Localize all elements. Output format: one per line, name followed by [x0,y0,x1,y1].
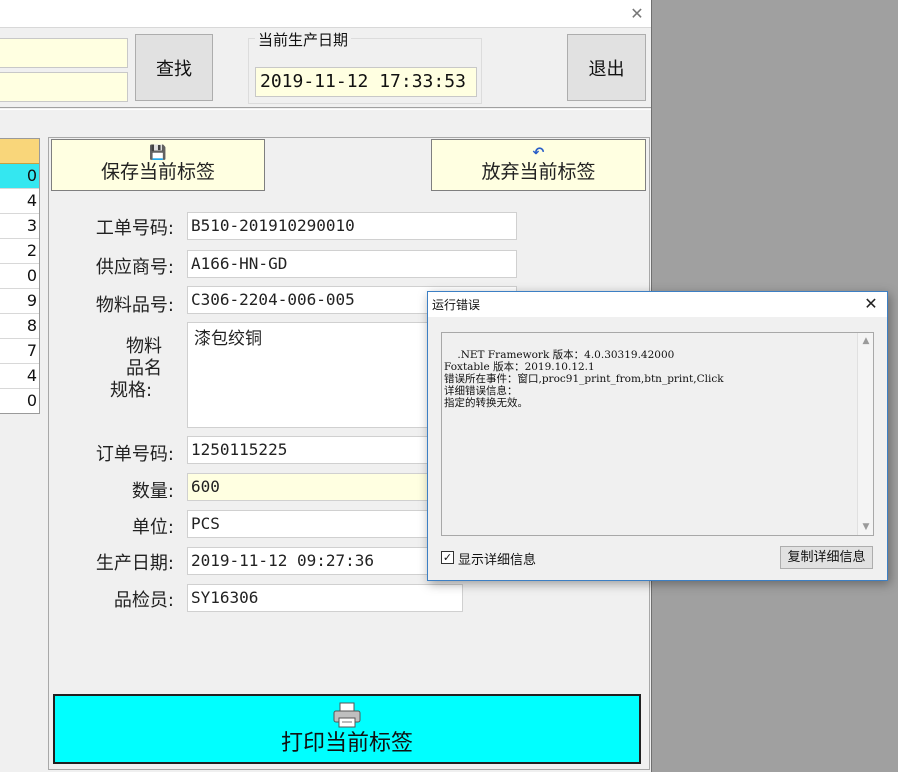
toolbar-separator [0,107,651,110]
list-item[interactable]: 9 [0,289,39,314]
list-item[interactable]: 3 [0,214,39,239]
material-no-label: 物料品号: [95,295,174,316]
list-header [0,139,39,164]
scroll-down-icon[interactable]: ▼ [858,519,873,535]
material-spec-label-line3: 规格: [110,380,153,401]
list-item[interactable]: 2 [0,239,39,264]
list-item[interactable]: 7 [0,339,39,364]
print-label-button[interactable]: 打印当前标签 [53,694,641,764]
material-spec-label-line1: 物料 [126,336,162,357]
close-icon[interactable]: ✕ [861,294,881,313]
dialog-title-bar: 运行错误 ✕ [428,292,887,317]
work-order-field[interactable]: B510-201910290010 [187,212,517,240]
current-datetime-display: 2019-11-12 17:33:53 [255,67,477,97]
search-button-label: 查找 [156,58,192,80]
show-details-checkbox[interactable]: ✓ [441,551,454,564]
list-item[interactable]: 0 [0,389,39,413]
material-spec-label: 物料 品名 规格: [110,336,174,402]
inspector-label: 品检员: [113,590,174,611]
material-spec-label-line2: 品名 [126,358,162,379]
printer-icon [333,702,361,728]
list-item[interactable]: 4 [0,364,39,389]
search-input-2[interactable] [0,72,128,102]
list-item[interactable]: 0 [0,264,39,289]
discard-label-button[interactable]: ↶ 放弃当前标签 [431,139,646,191]
discard-label-text: 放弃当前标签 [481,161,596,183]
undo-icon: ↶ [532,145,545,161]
supplier-label: 供应商号: [95,257,174,278]
record-list[interactable]: 0 4 3 2 0 9 8 7 4 0 [0,138,40,414]
search-button[interactable]: 查找 [135,34,213,101]
date-group-label: 当前生产日期 [255,29,352,50]
production-date-label: 生产日期: [95,553,174,574]
unit-label: 单位: [131,517,174,538]
supplier-field[interactable]: A166-HN-GD [187,250,517,278]
exit-button[interactable]: 退出 [567,34,646,101]
vertical-scrollbar[interactable]: ▲ ▼ [857,333,873,535]
print-label-text: 打印当前标签 [280,731,413,756]
search-input-1[interactable] [0,38,128,68]
dialog-title: 运行错误 [432,298,481,312]
error-message: .NET Framework 版本：4.0.30319.42000 Foxtab… [444,349,724,409]
list-item[interactable]: 4 [0,189,39,214]
order-no-label: 订单号码: [95,444,174,465]
work-order-label: 工单号码: [95,218,174,239]
scroll-up-icon[interactable]: ▲ [858,333,873,349]
title-bar: ✕ [0,0,651,28]
show-details-label: 显示详细信息 [458,553,537,568]
save-label-button[interactable]: 💾 保存当前标签 [51,139,265,191]
error-details-text[interactable]: .NET Framework 版本：4.0.30319.42000 Foxtab… [441,332,874,536]
list-item[interactable]: 8 [0,314,39,339]
save-disk-icon: 💾 [149,145,167,161]
list-item[interactable]: 0 [0,164,39,189]
inspector-field[interactable]: SY16306 [187,584,463,612]
close-icon[interactable]: ✕ [626,3,648,25]
save-label-text: 保存当前标签 [100,161,215,183]
error-dialog: 运行错误 ✕ .NET Framework 版本：4.0.30319.42000… [427,291,888,581]
copy-details-button[interactable]: 复制详细信息 [780,546,873,569]
exit-button-label: 退出 [588,58,625,80]
quantity-label: 数量: [131,481,174,502]
production-date-group: 当前生产日期 2019-11-12 17:33:53 [248,29,482,104]
